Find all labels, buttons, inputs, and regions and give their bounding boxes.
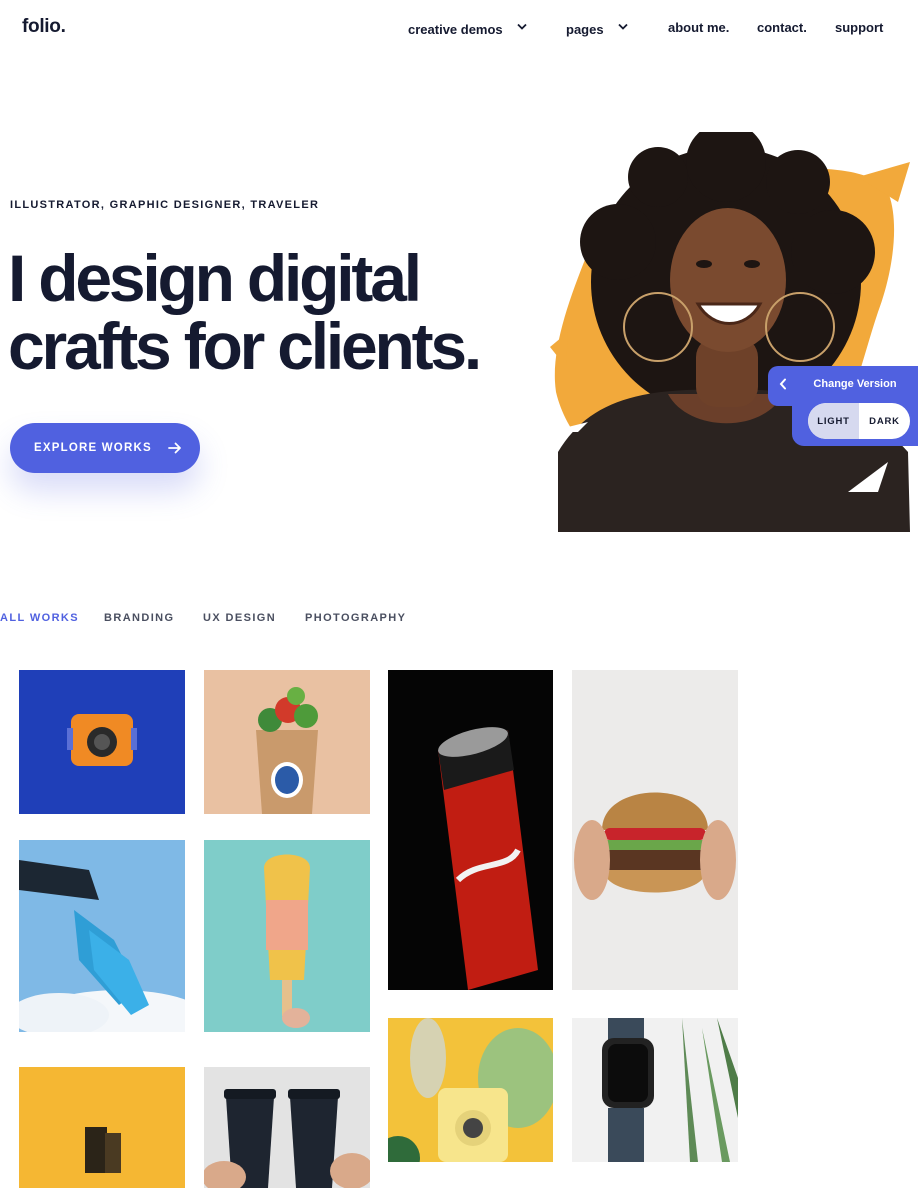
filter-all-works[interactable]: ALL WORKS bbox=[0, 612, 79, 624]
arrow-right-icon bbox=[167, 442, 182, 454]
portfolio-item-sneakers[interactable] bbox=[19, 840, 185, 1032]
portfolio-item-instant-camera[interactable] bbox=[388, 1018, 553, 1162]
nav-support[interactable]: support bbox=[835, 20, 883, 35]
nav-pages[interactable]: pages bbox=[566, 22, 628, 37]
explore-works-button[interactable]: EXPLORE WORKS bbox=[10, 423, 200, 473]
nav-support-label: support bbox=[835, 20, 884, 35]
nav-creative-demos-label: creative demos bbox=[408, 22, 503, 37]
logo[interactable]: folio. bbox=[22, 16, 66, 38]
portfolio-item-burger[interactable] bbox=[572, 670, 738, 990]
filter-branding[interactable]: BRANDING bbox=[104, 612, 174, 624]
explore-works-label: EXPLORE WORKS bbox=[34, 442, 152, 454]
version-switcher-panel: Change Version LIGHT DARK bbox=[792, 366, 918, 446]
hero-subtitle: ILLUSTRATOR, GRAPHIC DESIGNER, TRAVELER bbox=[10, 199, 320, 211]
version-option-light[interactable]: LIGHT bbox=[808, 403, 859, 439]
chevron-down-icon bbox=[517, 18, 527, 33]
portfolio-item-camera[interactable] bbox=[19, 670, 185, 814]
portfolio-item-grocery-bag[interactable] bbox=[204, 670, 370, 814]
portfolio-item-coffee-cups[interactable] bbox=[204, 1067, 370, 1188]
portfolio-item-film-canister[interactable] bbox=[19, 1067, 185, 1188]
nav-contact[interactable]: contact. bbox=[757, 20, 807, 35]
filter-ux-design[interactable]: UX DESIGN bbox=[203, 612, 276, 624]
hero-portrait-image bbox=[548, 122, 918, 532]
hero-headline-line-2: crafts for clients. bbox=[8, 309, 482, 383]
nav-contact-label: contact. bbox=[757, 20, 807, 35]
portfolio-item-cola-can[interactable] bbox=[388, 670, 553, 990]
version-toggle[interactable]: LIGHT DARK bbox=[808, 403, 910, 439]
chevron-left-icon bbox=[779, 377, 787, 395]
nav-about-me[interactable]: about me. bbox=[668, 20, 729, 35]
version-option-dark[interactable]: DARK bbox=[859, 403, 910, 439]
nav-about-me-label: about me. bbox=[668, 20, 730, 35]
portfolio-item-smart-watch[interactable] bbox=[572, 1018, 738, 1162]
nav-pages-label: pages bbox=[566, 22, 604, 37]
chevron-down-icon bbox=[617, 18, 628, 33]
hero-headline-line-1: I design digital bbox=[8, 241, 422, 315]
portfolio-item-popsicle[interactable] bbox=[204, 840, 370, 1032]
filter-photography[interactable]: PHOTOGRAPHY bbox=[305, 612, 406, 624]
nav-creative-demos[interactable]: creative demos bbox=[408, 22, 527, 37]
version-switcher-title: Change Version bbox=[813, 378, 897, 390]
hero-headline: I design digital crafts for clients. bbox=[8, 244, 568, 380]
